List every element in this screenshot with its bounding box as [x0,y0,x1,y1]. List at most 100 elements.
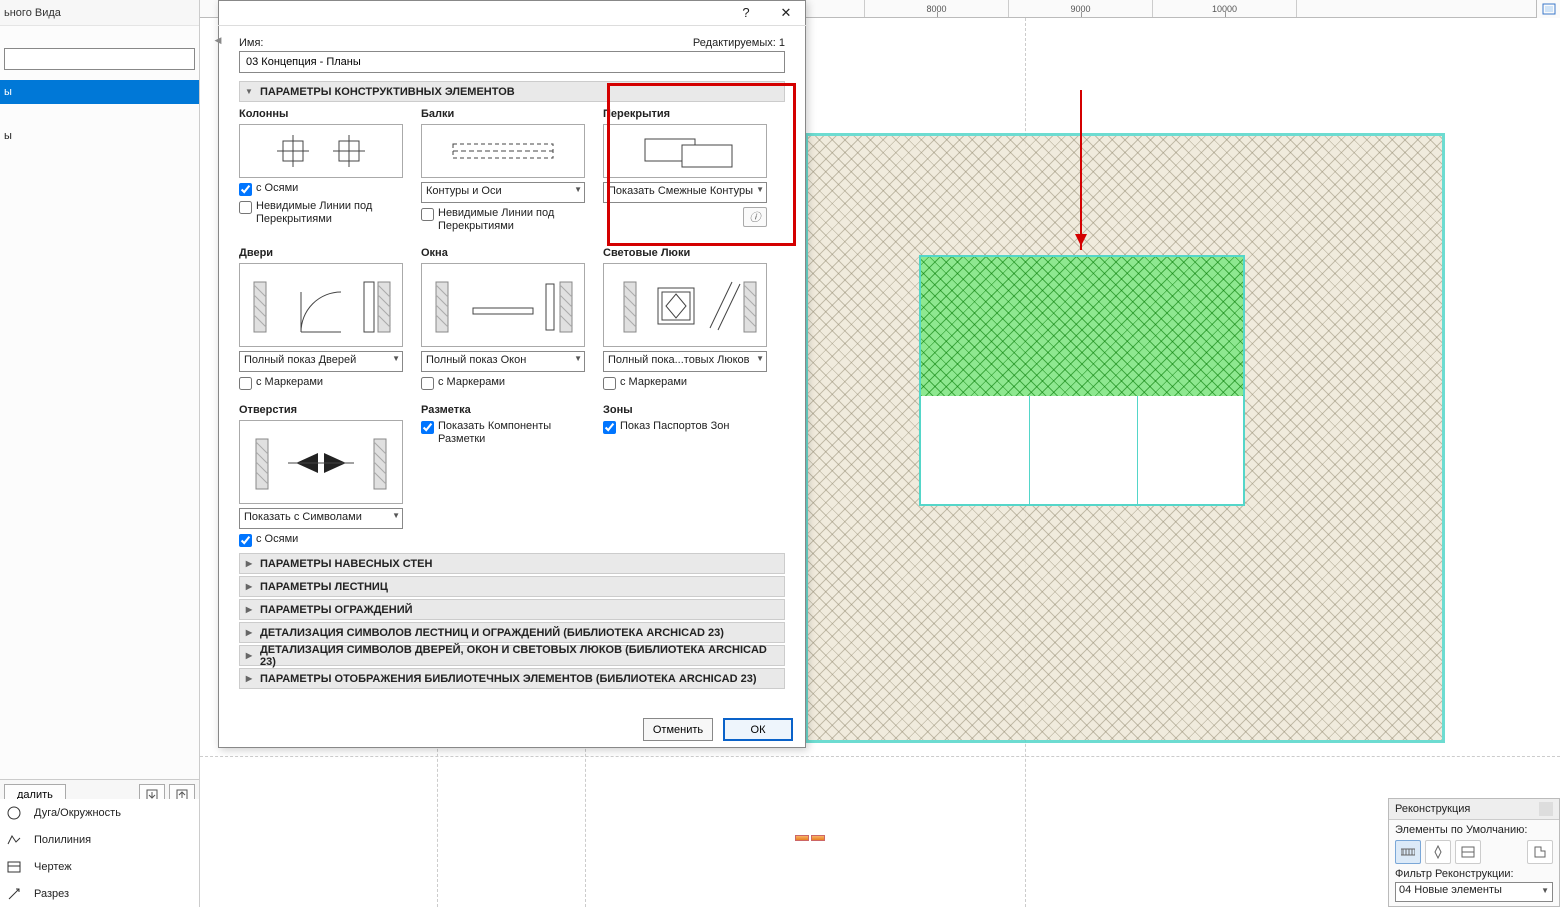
recon-filter-combo[interactable]: 04 Новые элементы ▼ [1395,882,1553,902]
expand-arrow-icon: ▶ [244,674,254,683]
zones-stamp-check[interactable] [603,421,616,434]
tool-label: Разрез [34,888,69,900]
windows-combo[interactable]: Полный показ Окон ▼ [421,351,585,372]
recon-status-demolish-icon[interactable] [1425,840,1451,864]
check-label: с Маркерами [256,376,323,389]
slabs-label: Перекрытия [603,108,783,120]
left-sidebar: ьного Вида ы ы далить Дуга/Окружность По… [0,0,200,907]
expand-arrow-icon: ▶ [244,559,254,568]
check-label: с Осями [256,182,298,195]
beams-combo[interactable]: Контуры и Оси▼ [421,182,585,203]
reconstruction-panel[interactable]: Реконструкция Элементы по Умолчанию: Фил… [1388,798,1560,907]
model-view-options-dialog[interactable]: ? ✕ ◀ Имя: Редактируемых: 1 ▼ ПАРАМЕТРЫ … [218,0,806,748]
expand-arrow-icon: ▶ [244,651,254,660]
tool-section[interactable]: Разрез [0,880,199,907]
windows-preview[interactable] [421,263,585,347]
check-label: Показать Компоненты Разметки [438,420,578,446]
section-header-door-symbols[interactable]: ▶ДЕТАЛИЗАЦИЯ СИМВОЛОВ ДВЕРЕЙ, ОКОН И СВЕ… [239,645,785,666]
beams-preview[interactable] [421,124,585,178]
section-header-stairs[interactable]: ▶ПАРАМЕТРЫ ЛЕСТНИЦ [239,576,785,597]
check-label: с Маркерами [620,376,687,389]
left-list[interactable]: ы ы [0,80,199,148]
tool-label: Дуга/Окружность [34,807,121,819]
reconstruction-titlebar[interactable]: Реконструкция [1389,799,1559,820]
skylights-preview[interactable] [603,263,767,347]
collapse-arrow-icon: ▼ [244,87,254,96]
markers-show-check[interactable] [421,421,434,434]
recon-status-new-icon[interactable] [1455,840,1481,864]
columns-hidden-check[interactable] [239,201,252,214]
expand-arrow-icon: ▶ [244,582,254,591]
slabs-combo[interactable]: Показать Смежные Контуры▼ [603,182,767,203]
scroll-marker-icon[interactable]: ◀ [211,33,225,47]
chevron-down-icon: ▼ [392,511,400,520]
combo-value: Полный пока...товых Люков [608,354,750,366]
search-input[interactable] [4,48,195,70]
chevron-down-icon: ▼ [574,354,582,363]
doors-combo[interactable]: Полный показ Дверей▼ [239,351,403,372]
doors-preview[interactable] [239,263,403,347]
left-item-selected[interactable]: ы [0,80,199,104]
skylights-label: Световые Люки [603,247,783,259]
section-title: ПАРАМЕТРЫ НАВЕСНЫХ СТЕН [260,558,432,570]
name-label: Имя: [239,37,263,49]
columns-preview[interactable] [239,124,403,178]
tool-label: Полилиния [34,834,91,846]
green-slab-element[interactable] [919,255,1245,398]
ok-button[interactable]: ОК [723,718,793,741]
tool-label: Чертеж [34,861,72,873]
section-header-curtainwall[interactable]: ▶ ПАРАМЕТРЫ НАВЕСНЫХ СТЕН [239,553,785,574]
doors-markers-check[interactable] [239,377,252,390]
section-title: ПАРАМЕТРЫ ОТОБРАЖЕНИЯ БИБЛИОТЕЧНЫХ ЭЛЕМЕ… [260,673,757,685]
tool-polyline[interactable]: Полилиния [0,826,199,853]
section-header-construct[interactable]: ▼ ПАРАМЕТРЫ КОНСТРУКТИВНЫХ ЭЛЕМЕНТОВ [239,81,785,102]
recon-filter-label: Фильтр Реконструкции: [1395,868,1553,880]
ruler-corner-icon[interactable] [1536,0,1560,18]
close-button[interactable]: ✕ [766,0,806,26]
skylights-markers-check[interactable] [603,377,616,390]
recon-status-existing-icon[interactable] [1395,840,1421,864]
name-input[interactable] [239,51,785,73]
recon-defaults-label: Элементы по Умолчанию: [1395,824,1553,836]
tool-drawing[interactable]: Чертеж [0,853,199,880]
combo-value: Полный показ Дверей [244,354,356,366]
reconstruction-title: Реконструкция [1395,803,1470,815]
dialog-titlebar[interactable]: ? ✕ [218,0,806,26]
section-header-stair-symbols[interactable]: ▶ДЕТАЛИЗАЦИЯ СИМВОЛОВ ЛЕСТНИЦ И ОГРАЖДЕН… [239,622,785,643]
chevron-down-icon: ▼ [756,354,764,363]
section-icon [6,886,22,902]
beams-hidden-check[interactable] [421,208,434,221]
chevron-down-icon: ▼ [756,185,764,194]
ruler-tick-label: 10000 [1212,4,1237,14]
slabs-preview[interactable] [603,124,767,178]
doors-label: Двери [239,247,419,259]
cancel-button[interactable]: Отменить [643,718,713,741]
slabs-info-button[interactable]: ⓘ [743,207,767,227]
check-label: с Маркерами [438,376,505,389]
combo-value: Показать с Символами [244,511,362,523]
section-header-railings[interactable]: ▶ПАРАМЕТРЫ ОГРАЖДЕНИЙ [239,599,785,620]
tool-arc[interactable]: Дуга/Окружность [0,799,199,826]
section-header-library[interactable]: ▶ ПАРАМЕТРЫ ОТОБРАЖЕНИЯ БИБЛИОТЕЧНЫХ ЭЛЕМ… [239,668,785,689]
chevron-down-icon: ▼ [1541,886,1549,895]
left-search-field[interactable] [4,48,195,70]
beams-label: Балки [421,108,601,120]
left-titlebar: ьного Вида [0,0,199,26]
check-label: Невидимые Линии под Перекрытиями [438,207,578,233]
columns-axes-check[interactable] [239,183,252,196]
openings-preview[interactable] [239,420,403,504]
panel-collapse-icon[interactable] [1539,802,1553,816]
openings-axes-check[interactable] [239,534,252,547]
windows-label: Окна [421,247,601,259]
left-item[interactable]: ы [0,124,199,148]
skylights-combo[interactable]: Полный пока...товых Люков ▼ [603,351,767,372]
openings-combo[interactable]: Показать с Символами ▼ [239,508,403,529]
recon-pick-icon[interactable] [1527,840,1553,864]
ruler-tick-label: 8000 [926,4,946,14]
combo-value: Контуры и Оси [426,185,502,197]
windows-markers-check[interactable] [421,377,434,390]
help-button[interactable]: ? [726,0,766,26]
white-slab-element[interactable] [919,396,1245,506]
combo-value: Полный показ Окон [426,354,526,366]
left-toolbox: Дуга/Окружность Полилиния Чертеж Разрез [0,799,199,907]
